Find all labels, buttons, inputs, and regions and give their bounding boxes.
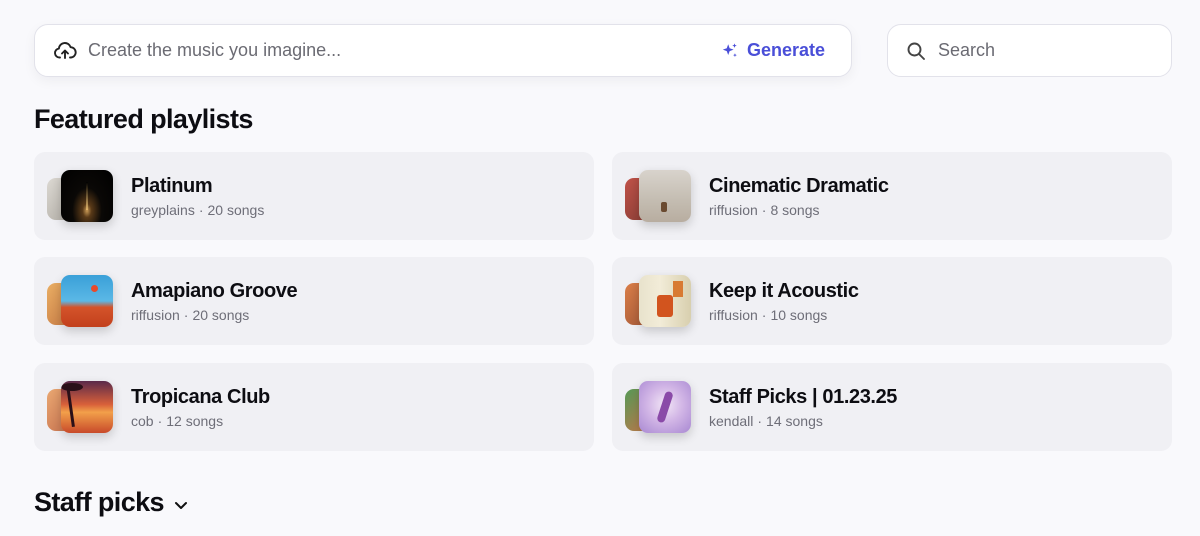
playlist-meta: riffusion · 20 songs: [131, 307, 250, 323]
playlist-meta: greyplains · 20 songs: [131, 202, 265, 218]
top-bar: Generate: [34, 24, 1172, 77]
playlist-card-staff-picks-012325[interactable]: Staff Picks | 01.23.25 kendall · 14 songs: [612, 363, 1172, 451]
playlist-title: Amapiano Groove: [131, 280, 298, 302]
search-icon: [905, 40, 927, 62]
playlist-cover: [47, 380, 115, 436]
playlist-title: Keep it Acoustic: [709, 280, 859, 302]
playlist-song-count: 20 songs: [207, 202, 265, 218]
playlist-meta: riffusion · 8 songs: [709, 202, 820, 218]
generate-button[interactable]: Generate: [721, 40, 825, 61]
playlist-meta: kendall · 14 songs: [709, 413, 823, 429]
featured-playlists-title: Featured playlists: [34, 104, 253, 134]
playlist-author: riffusion: [709, 307, 758, 323]
staff-picks-dropdown[interactable]: Staff picks: [34, 487, 188, 518]
playlist-title: Staff Picks | 01.23.25: [709, 386, 898, 408]
sparkle-icon: [721, 42, 739, 60]
playlist-meta: riffusion · 10 songs: [709, 307, 828, 323]
playlist-author: riffusion: [709, 202, 758, 218]
playlist-card-amapiano-groove[interactable]: Amapiano Groove riffusion · 20 songs: [34, 257, 594, 345]
staff-picks-title: Staff picks: [34, 487, 165, 517]
create-music-box[interactable]: Generate: [34, 24, 852, 77]
playlist-author: greyplains: [131, 202, 195, 218]
search-box[interactable]: [887, 24, 1172, 77]
playlist-card-cinematic-dramatic[interactable]: Cinematic Dramatic riffusion · 8 songs: [612, 152, 1172, 240]
generate-label: Generate: [746, 40, 825, 60]
playlist-cover: [625, 169, 693, 225]
playlist-title: Platinum: [131, 175, 213, 197]
cloud-upload-icon[interactable]: [53, 39, 77, 63]
playlist-card-platinum[interactable]: Platinum greyplains · 20 songs: [34, 152, 594, 240]
playlist-cover: [47, 169, 115, 225]
playlist-author: cob: [131, 413, 154, 429]
playlist-song-count: 12 songs: [166, 413, 224, 429]
chevron-down-icon: [174, 500, 188, 510]
playlist-card-tropicana-club[interactable]: Tropicana Club cob · 12 songs: [34, 363, 594, 451]
playlist-title: Tropicana Club: [131, 386, 270, 408]
playlist-cover: [625, 274, 693, 330]
playlist-cover: [625, 380, 693, 436]
playlist-song-count: 10 songs: [770, 307, 828, 323]
playlist-song-count: 14 songs: [766, 413, 823, 429]
playlist-author: kendall: [709, 413, 754, 429]
create-music-input[interactable]: [88, 25, 721, 76]
search-input[interactable]: [938, 25, 1171, 76]
playlist-author: riffusion: [131, 307, 180, 323]
playlist-card-keep-it-acoustic[interactable]: Keep it Acoustic riffusion · 10 songs: [612, 257, 1172, 345]
playlist-song-count: 8 songs: [770, 202, 820, 218]
playlist-meta: cob · 12 songs: [131, 413, 224, 429]
playlist-cover: [47, 274, 115, 330]
playlist-title: Cinematic Dramatic: [709, 175, 889, 197]
playlist-song-count: 20 songs: [192, 307, 250, 323]
